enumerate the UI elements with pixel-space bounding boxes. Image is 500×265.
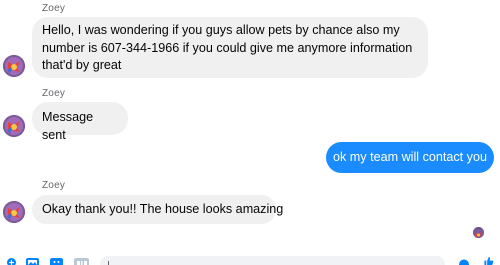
emoji-icon[interactable] [459,259,469,265]
message-text: Message sent [42,110,94,142]
message-line: that'd by great [42,58,122,72]
avatar-image [3,201,25,223]
avatar[interactable] [3,115,25,137]
chat-window: Zoey Hello, I was wondering if you guys … [0,0,500,265]
text-cursor [108,261,109,265]
avatar-image [3,55,25,77]
seen-receipt-icon [473,229,484,238]
composer-bar [0,251,500,265]
seen-receipt-avatar [473,227,484,238]
sender-name: Zoey [42,180,66,191]
message-text: ok my team will contact you [333,150,487,164]
incoming-message-bubble[interactable]: Message sent [32,102,128,142]
avatar[interactable] [3,55,25,77]
message-line: Hello, I was wondering if you guys allow… [42,23,400,37]
add-icon[interactable] [6,258,17,265]
outgoing-message-bubble[interactable]: ok my team will contact you [326,142,494,173]
sender-name: Zoey [42,88,66,99]
message-input[interactable] [100,256,445,265]
avatar[interactable] [3,201,25,223]
message-text: Okay thank you!! The house looks amazing [42,202,284,216]
image-icon[interactable] [26,258,39,265]
incoming-message-bubble[interactable]: Okay thank you!! The house looks amazing [32,195,283,224]
sender-name: Zoey [42,3,66,14]
avatar-image [3,115,25,137]
like-icon[interactable] [483,257,494,265]
sticker-icon[interactable] [50,258,63,265]
incoming-message-bubble[interactable]: Hello, I was wondering if you guys allow… [32,17,428,78]
gif-icon[interactable] [74,258,89,265]
message-line: number is 607-344-1966 if you could give… [42,40,413,55]
